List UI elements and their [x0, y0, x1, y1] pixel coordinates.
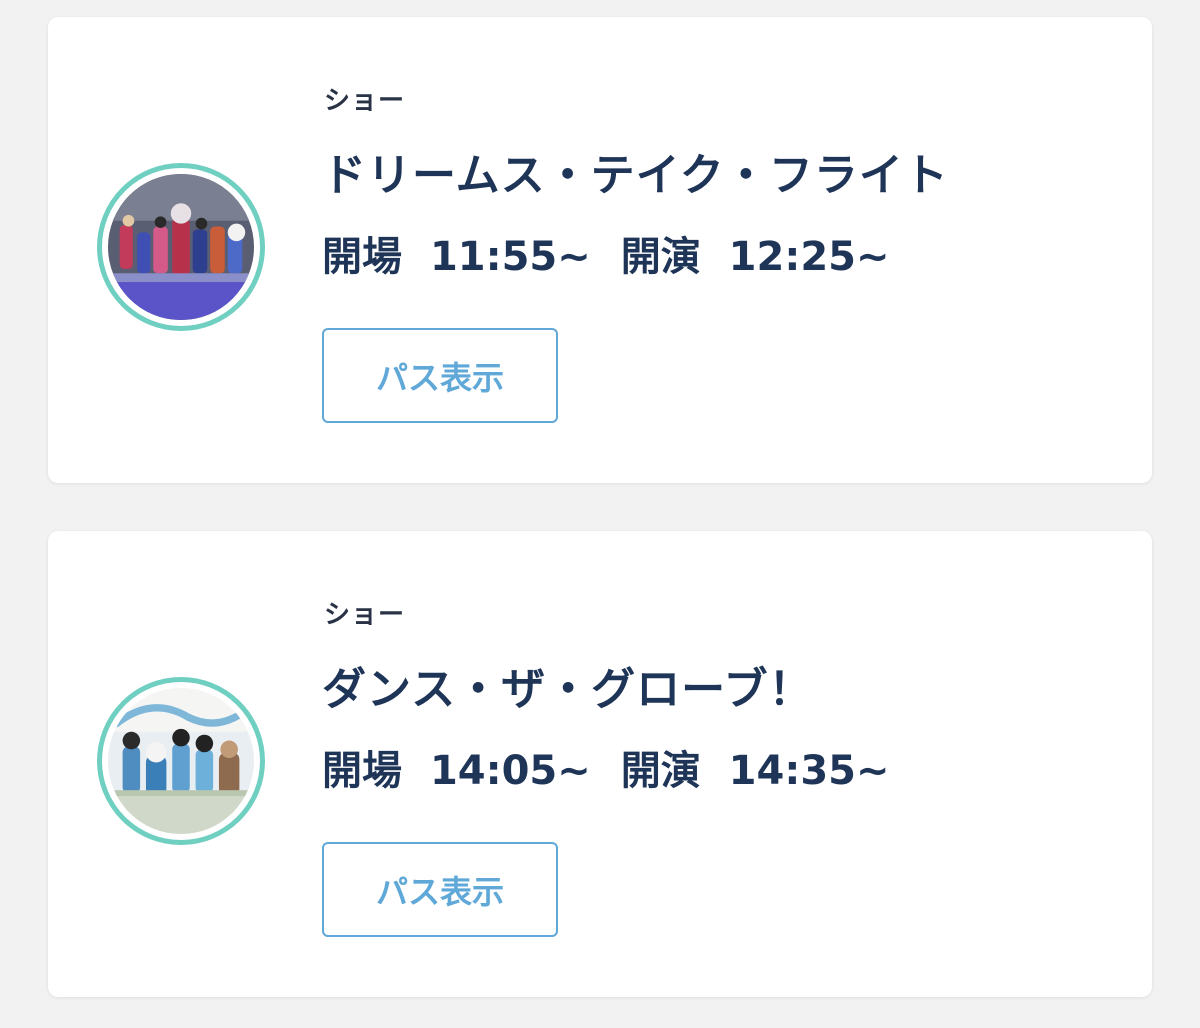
show-times: 開場 11:55~ 開演 12:25~ — [322, 224, 906, 282]
start-label: 開演 — [620, 234, 701, 280]
show-title: ダンス・ザ・グローブ！ — [322, 664, 814, 715]
show-thumbnail — [97, 677, 265, 845]
show-title: ドリームス・テイク・フライト — [322, 150, 949, 201]
show-category: ショー — [324, 600, 406, 630]
open-time: 11:55~ — [429, 234, 591, 280]
open-time: 14:05~ — [429, 748, 591, 794]
show-photo-image — [108, 688, 254, 834]
start-time: 12:25~ — [728, 234, 890, 280]
show-category: ショー — [324, 86, 406, 116]
show-thumbnail — [97, 163, 265, 331]
show-pass-button[interactable]: パス表示 — [322, 842, 558, 937]
pass-card: ショー ダンス・ザ・グローブ！ 開場 14:05~ 開演 14:35~ パス表示 — [48, 531, 1152, 997]
open-label: 開場 — [322, 234, 402, 280]
pass-card: ショー ドリームス・テイク・フライト 開場 11:55~ 開演 12:25~ パ… — [48, 17, 1152, 483]
show-pass-button[interactable]: パス表示 — [322, 328, 558, 423]
start-label: 開演 — [620, 748, 701, 794]
show-photo-image — [108, 174, 254, 320]
open-label: 開場 — [322, 748, 402, 794]
show-times: 開場 14:05~ 開演 14:35~ — [322, 738, 906, 796]
start-time: 14:35~ — [728, 748, 890, 794]
